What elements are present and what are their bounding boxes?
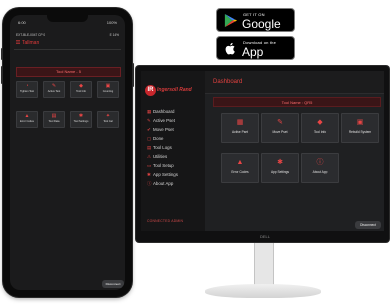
rebuild-icon: ▣	[356, 119, 364, 126]
tile-label: Tighten Test	[20, 90, 34, 93]
sidebar-item-label: Tool Setup	[153, 163, 174, 168]
tile-label: App Settings	[270, 170, 290, 174]
error-icon: ▲	[236, 159, 244, 166]
tile-label: Active Test	[47, 90, 61, 93]
phone-disconnect-button[interactable]: Disconnect	[102, 280, 124, 288]
tile-error-codes[interactable]: ▲ Error Codes	[221, 153, 259, 183]
tool-info-icon: ◆	[317, 119, 323, 126]
monitor-stand-base	[205, 284, 321, 298]
tile-error-codes[interactable]: ▲ Error Codes	[16, 111, 38, 128]
gauge-icon: ◔	[25, 83, 29, 89]
tile-label: Tool Data	[48, 120, 60, 123]
sidebar-item-app-settings[interactable]: ✱ App Settings	[147, 172, 178, 178]
settings-icon: ✱	[78, 113, 84, 119]
sidebar-item-label: Utilities	[153, 154, 168, 159]
spanner-icon: ✦	[105, 113, 111, 119]
phone-frame: 6:00 100% EXT-BLE-0047 CP 0 E 14% Tallma…	[1, 8, 134, 297]
tile-active-test[interactable]: ✎ Active Test	[43, 81, 65, 98]
google-play-icon	[224, 13, 238, 28]
tool-name-banner: Tool Name : QR5	[213, 97, 381, 107]
wrench-icon: ✎	[51, 83, 57, 89]
phone-page-title: Tallman	[22, 40, 40, 46]
monitor-stand-neck	[254, 242, 274, 286]
tool-name-text: Tool Name - 5	[56, 69, 81, 74]
tile-tool-info[interactable]: ◆ Tool Info	[301, 113, 339, 143]
error-icon: ▲	[24, 113, 30, 119]
tile-label: Active Pset	[232, 130, 248, 134]
sidebar-item-tool-setup[interactable]: ▭ Tool Setup	[147, 163, 174, 169]
phone-side-button	[1, 48, 3, 60]
tile-active-pset[interactable]: ▦ Active Pset	[221, 113, 259, 143]
monitor-brand-logo: DELL	[260, 234, 271, 239]
sidebar-item-utilities[interactable]: ⚠ Utilities	[147, 154, 167, 160]
page-title: Dashboard	[213, 79, 243, 85]
move-pset-icon: ✎	[277, 119, 283, 126]
tile-about-app[interactable]: ⓘ About App	[301, 153, 339, 183]
tile-label: Rebuild System	[348, 130, 372, 134]
connection-status: CONNECTED ADMIN	[147, 219, 184, 223]
log-icon: ▤	[51, 113, 57, 119]
sidebar-item-move-pset[interactable]: ✔ Move Pset	[147, 127, 174, 133]
phone-side-button	[1, 66, 3, 84]
phone-status-bar: 6:00 100%	[10, 15, 125, 29]
tile-tool-settings[interactable]: ✱ Tool Settings	[70, 111, 92, 128]
status-battery: 100%	[106, 20, 117, 25]
tile-app-settings[interactable]: ✱ App Settings	[261, 153, 299, 183]
brand-name: Ingersoll Rand	[157, 87, 192, 93]
apple-icon	[225, 42, 235, 55]
tile-label: Tool Info	[313, 130, 327, 134]
tile-tighten-test[interactable]: ◔ Tighten Test	[16, 81, 38, 98]
tile-tool-cal[interactable]: ✦ Tool Cal	[97, 111, 119, 128]
phone-screen: 6:00 100% EXT-BLE-0047 CP 0 E 14% Tallma…	[10, 15, 125, 290]
tile-label: Counting	[102, 90, 114, 93]
tile-label: Tool Cal	[103, 120, 113, 123]
settings-icon: ✱	[277, 159, 283, 166]
divider	[14, 49, 121, 50]
desktop-disconnect-button[interactable]: Disconnect	[355, 221, 381, 229]
sidebar-item-label: Dashboard	[153, 109, 175, 114]
tile-label: About App	[312, 170, 328, 174]
tile-tool-data[interactable]: ▤ Tool Data	[43, 111, 65, 128]
sidebar-item-dashboard[interactable]: ▦ Dashboard	[147, 109, 174, 115]
sidebar-item-label: App Settings	[153, 172, 178, 177]
menu-icon[interactable]	[16, 40, 20, 44]
sidebar-item-label: About App	[153, 181, 174, 186]
tile-label: Error Codes	[20, 120, 34, 123]
tile-move-pset[interactable]: ✎ Move Pset	[261, 113, 299, 143]
monitor-screen: IR Ingersoll Rand ▦ Dashboard ✎ Active Pse…	[141, 71, 384, 231]
sidebar: IR Ingersoll Rand ▦ Dashboard ✎ Active Pse…	[141, 71, 205, 231]
tool-name-text: Tool Name : QR5	[281, 99, 313, 105]
tile-label: Error Codes	[231, 170, 249, 174]
tile-tool-info[interactable]: ◆ Tool Info	[70, 81, 92, 98]
status-time: 6:00	[18, 20, 26, 25]
sidebar-item-label: Tool Logs	[153, 145, 172, 150]
tile-label: Tool Settings	[73, 120, 89, 123]
about-icon: ⓘ	[316, 159, 324, 166]
monitor-frame: IR Ingersoll Rand ▦ Dashboard ✎ Active Pse…	[136, 66, 389, 242]
sidebar-item-about[interactable]: ⓘ About App	[147, 181, 173, 187]
device-status: E 14%	[109, 33, 119, 37]
tile-label: Move Pset	[272, 130, 288, 134]
tool-info-icon: ◆	[79, 83, 83, 89]
app-store-badge[interactable]: Download on the App Store	[216, 36, 295, 73]
sidebar-item-label: Active Pset	[153, 118, 175, 123]
tool-name-banner: Tool Name - 5	[16, 67, 121, 77]
counter-icon: ▣	[105, 83, 111, 89]
tile-label: Tool Info	[76, 90, 86, 93]
google-play-badge[interactable]: GET IT ON Google Play	[216, 8, 295, 45]
sidebar-item-label: Move Pset	[153, 127, 174, 132]
phone-power-button	[132, 63, 134, 87]
sidebar-item-label: Done	[153, 136, 164, 141]
tile-rebuild-system[interactable]: ▣ Rebuild System	[341, 113, 379, 143]
brand-logo-icon: IR	[145, 85, 156, 96]
sidebar-item-tool-logs[interactable]: ▤ Tool Logs	[147, 145, 172, 151]
active-pset-icon: ▦	[236, 119, 244, 126]
sidebar-item-done[interactable]: ▢ Done	[147, 136, 164, 142]
sidebar-item-active-pset[interactable]: ✎ Active Pset	[147, 118, 175, 124]
tile-counting[interactable]: ▣ Counting	[97, 81, 119, 98]
device-line: EXT-BLE-0047 CP 0	[16, 33, 46, 37]
